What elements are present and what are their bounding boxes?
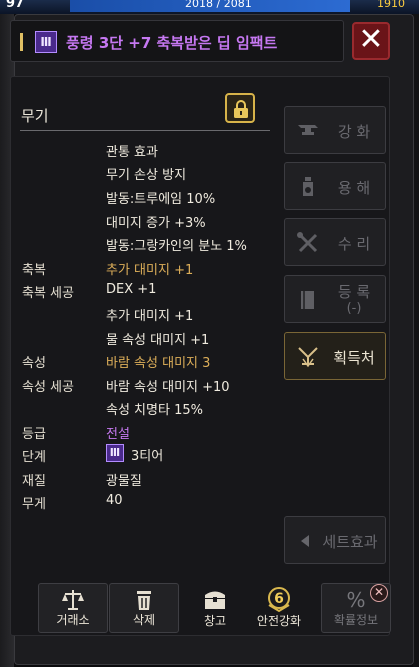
delete-label: 삭제 [132, 613, 156, 627]
register-button[interactable]: 등 록 (-) [284, 275, 386, 323]
trade-button[interactable]: 거래소 [38, 583, 108, 633]
blessing-craft-value: 추가 대미지 +1 [106, 309, 194, 324]
lock-icon [234, 100, 248, 118]
item-name: 풍령 3단 +7 축복받은 딥 임팩트 [66, 34, 278, 52]
repair-label: 수 리 [337, 235, 371, 253]
blessing-label: 축복 [22, 263, 46, 278]
register-count: (-) [346, 301, 362, 316]
acquire-button[interactable]: 획득처 [284, 332, 386, 380]
attribute-value: 바람 속성 대미지 3 [106, 356, 211, 371]
attribute-label: 속성 [22, 356, 46, 371]
item-title-bar: Ⅲ 풍령 3단 +7 축복받은 딥 임팩트 [10, 20, 344, 62]
effect-line: 발동:그랑카인의 분노 1% [106, 239, 247, 254]
category-divider [20, 130, 270, 131]
stage-label: 단계 [22, 450, 46, 465]
book-icon [301, 291, 314, 309]
triangle-left-icon [301, 535, 309, 547]
safe-enhance-count: 6 [274, 591, 284, 607]
effect-line: 무기 손상 방지 [106, 168, 187, 183]
item-category: 무기 [21, 107, 49, 125]
gold-count: 1910 [377, 0, 405, 10]
storage-label: 창고 [203, 614, 227, 628]
game-top-bar: 97 2018 / 2081 1910 [0, 0, 419, 14]
acquire-location-icon [298, 347, 318, 368]
set-effect-button[interactable]: 세트효과 [284, 516, 386, 564]
attribute-craft-value: 바람 속성 대미지 +10 [106, 380, 230, 395]
grade-label: 등급 [22, 427, 46, 442]
material-label: 재질 [22, 474, 46, 489]
chest-icon [205, 591, 225, 609]
stage-tier-text: 3티어 [131, 449, 164, 464]
title-accent-bar [20, 33, 23, 51]
blessing-craft-value: DEX +1 [106, 282, 157, 297]
dissolve-button[interactable]: 용 해 [284, 162, 386, 210]
effect-line: 발동:트루에임 10% [106, 192, 216, 207]
attribute-craft-value: 속성 치명타 15% [106, 403, 203, 418]
trash-icon [137, 591, 151, 610]
player-level: 97 [6, 0, 25, 11]
close-button[interactable]: ✕ [352, 22, 390, 60]
set-effect-label: 세트효과 [322, 533, 378, 551]
anvil-icon [298, 125, 318, 135]
hp-text: 2018 / 2081 [185, 0, 252, 10]
blessing-value: 추가 대미지 +1 [106, 263, 194, 278]
scale-icon [62, 590, 84, 610]
tier-badge: Ⅲ [35, 31, 57, 53]
tools-icon [297, 232, 318, 253]
material-value: 광물질 [106, 474, 142, 489]
weight-label: 무게 [22, 497, 46, 512]
safe-enhance-label: 안전강화 [256, 614, 302, 628]
safe-enhance-button[interactable]: 6 안전강화 [241, 583, 317, 633]
dissolve-label: 용 해 [337, 179, 371, 197]
trade-label: 거래소 [56, 613, 90, 627]
weight-value: 40 [106, 493, 123, 508]
probability-label: 확률정보 [333, 613, 379, 627]
repair-button[interactable]: 수 리 [284, 218, 386, 266]
storage-button[interactable]: 창고 [180, 583, 250, 633]
grade-value: 전설 [106, 427, 130, 442]
attribute-craft-label: 속성 세공 [22, 380, 74, 395]
blessing-craft-value: 물 속성 대미지 +1 [106, 333, 210, 348]
delete-button[interactable]: 삭제 [109, 583, 179, 633]
register-label: 등 록 [337, 283, 371, 301]
probability-close-icon[interactable]: ✕ [370, 584, 388, 602]
safe-enhance-badge-icon: 6 [268, 587, 290, 613]
stage-value: Ⅲ 3티어 [106, 444, 186, 464]
acquire-label: 획득처 [333, 349, 375, 367]
enhance-label: 강 화 [337, 123, 371, 141]
potion-icon [303, 177, 313, 196]
stage-tier-badge: Ⅲ [106, 444, 124, 462]
effect-line: 관통 효과 [106, 145, 158, 160]
enhance-button[interactable]: 강 화 [284, 106, 386, 154]
blessing-craft-label: 축복 세공 [22, 286, 74, 301]
lock-button[interactable] [225, 93, 255, 123]
effect-line: 대미지 증가 +3% [106, 216, 206, 231]
